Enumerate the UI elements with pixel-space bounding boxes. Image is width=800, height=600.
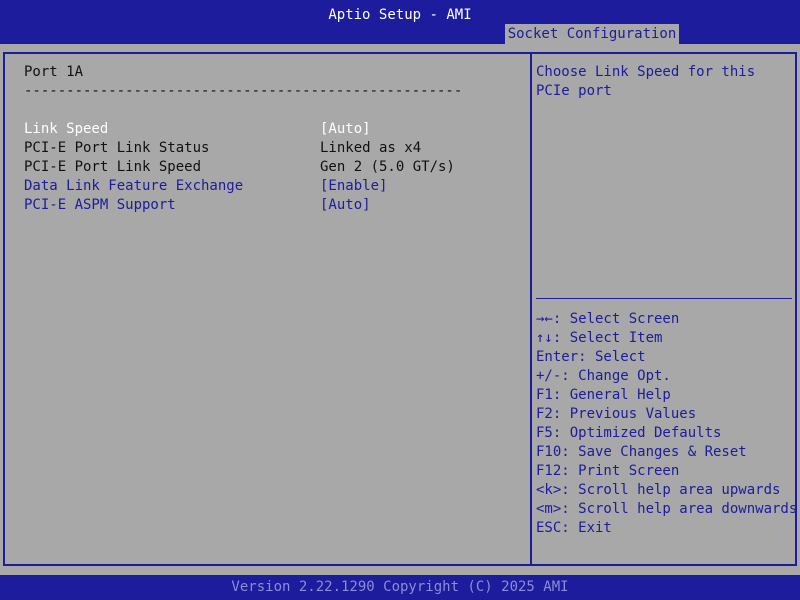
tab-socket-configuration[interactable]: Socket Configuration <box>505 24 679 44</box>
version-text: Version 2.22.1290 Copyright (C) 2025 AMI <box>231 579 569 595</box>
key-hint-general-help: F1: General Help <box>536 387 671 403</box>
setting-value[interactable]: [Enable] <box>320 177 387 196</box>
section-separator: ----------------------------------------… <box>24 83 463 99</box>
key-hint-enter: Enter: Select <box>536 349 646 365</box>
setting-label: PCI-E ASPM Support <box>24 197 176 213</box>
key-hint-change-opt: +/-: Change Opt. <box>536 368 671 384</box>
key-hint-exit: ESC: Exit <box>536 520 612 536</box>
key-hint-select-item: ↑↓: Select Item <box>536 330 663 346</box>
setting-value[interactable]: [Auto] <box>320 120 371 139</box>
frame-left-border <box>3 52 5 566</box>
help-description: PCIe port <box>536 83 612 99</box>
key-hint-previous-values: F2: Previous Values <box>536 406 697 422</box>
setting-value: Linked as x4 <box>320 140 422 156</box>
frame-bottom-border <box>3 564 797 566</box>
footer-bar: Version 2.22.1290 Copyright (C) 2025 AMI <box>0 575 800 600</box>
app-title: Aptio Setup - AMI <box>328 7 472 23</box>
setting-value[interactable]: [Auto] <box>320 196 371 215</box>
setting-label: PCI-E Port Link Status <box>24 140 210 156</box>
bios-setup-screen: Aptio Setup - AMI Socket Configuration P… <box>0 0 800 600</box>
key-hint-scroll-up: <k>: Scroll help area upwards <box>536 482 781 498</box>
setting-value: Gen 2 (5.0 GT/s) <box>320 159 455 175</box>
key-hint-select-screen: →←: Select Screen <box>536 311 680 327</box>
key-hint-save-reset: F10: Save Changes & Reset <box>536 444 747 460</box>
key-hint-optimized-defaults: F5: Optimized Defaults <box>536 425 722 441</box>
frame-top-border <box>3 52 797 54</box>
key-hint-scroll-down: <m>: Scroll help area downwards <box>536 501 798 517</box>
setting-label: PCI-E Port Link Speed <box>24 159 202 175</box>
panel-divider <box>530 52 532 566</box>
section-title: Port 1A <box>24 64 84 80</box>
help-separator <box>536 298 792 299</box>
title-bar: Aptio Setup - AMI Socket Configuration <box>0 0 800 44</box>
help-description: Choose Link Speed for this <box>536 64 756 80</box>
setting-label: Data Link Feature Exchange <box>24 178 244 194</box>
setting-label: Link Speed <box>24 121 109 137</box>
frame-right-border <box>795 52 797 566</box>
key-hint-print-screen: F12: Print Screen <box>536 463 680 479</box>
